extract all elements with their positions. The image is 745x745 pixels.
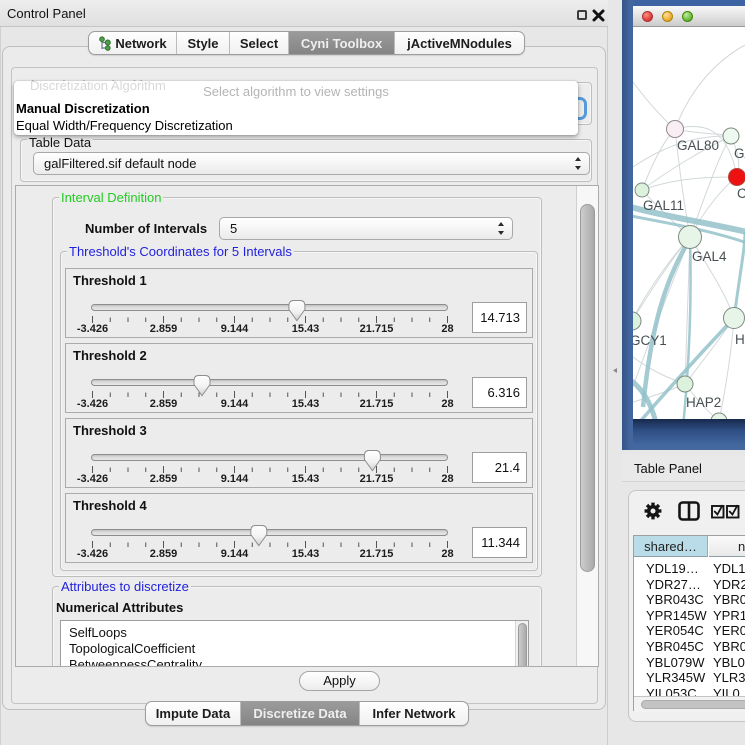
svg-text:15.43: 15.43	[292, 398, 320, 410]
svg-text:2.859: 2.859	[150, 323, 178, 335]
svg-text:CR: CR	[737, 186, 745, 201]
svg-text:28: 28	[441, 473, 453, 485]
svg-text:21.715: 21.715	[360, 323, 394, 335]
svg-text:-3.426: -3.426	[77, 398, 108, 410]
svg-text:21.715: 21.715	[360, 473, 394, 485]
svg-text:2.859: 2.859	[150, 473, 178, 485]
svg-text:15.43: 15.43	[292, 473, 320, 485]
svg-text:GAL4: GAL4	[692, 249, 727, 264]
svg-text:9.144: 9.144	[221, 548, 249, 560]
svg-text:9.144: 9.144	[221, 323, 249, 335]
svg-text:HAP2: HAP2	[686, 395, 721, 410]
svg-text:GAL11: GAL11	[643, 198, 684, 213]
svg-text:9.144: 9.144	[221, 473, 249, 485]
svg-text:-3.426: -3.426	[77, 473, 108, 485]
svg-text:28: 28	[441, 548, 453, 560]
svg-text:9.144: 9.144	[221, 398, 249, 410]
svg-text:2.859: 2.859	[150, 398, 178, 410]
svg-text:HA: HA	[735, 332, 745, 347]
svg-text:21.715: 21.715	[360, 398, 394, 410]
svg-text:GA: GA	[734, 146, 745, 161]
svg-text:GAL80: GAL80	[677, 138, 719, 153]
svg-text:21.715: 21.715	[360, 548, 394, 560]
svg-text:-3.426: -3.426	[77, 548, 108, 560]
svg-text:15.43: 15.43	[292, 323, 320, 335]
svg-text:28: 28	[441, 398, 453, 410]
svg-text:28: 28	[441, 323, 453, 335]
svg-text:15.43: 15.43	[292, 548, 320, 560]
svg-text:-3.426: -3.426	[77, 323, 108, 335]
svg-text:GCY1: GCY1	[633, 333, 667, 348]
svg-text:2.859: 2.859	[150, 548, 178, 560]
